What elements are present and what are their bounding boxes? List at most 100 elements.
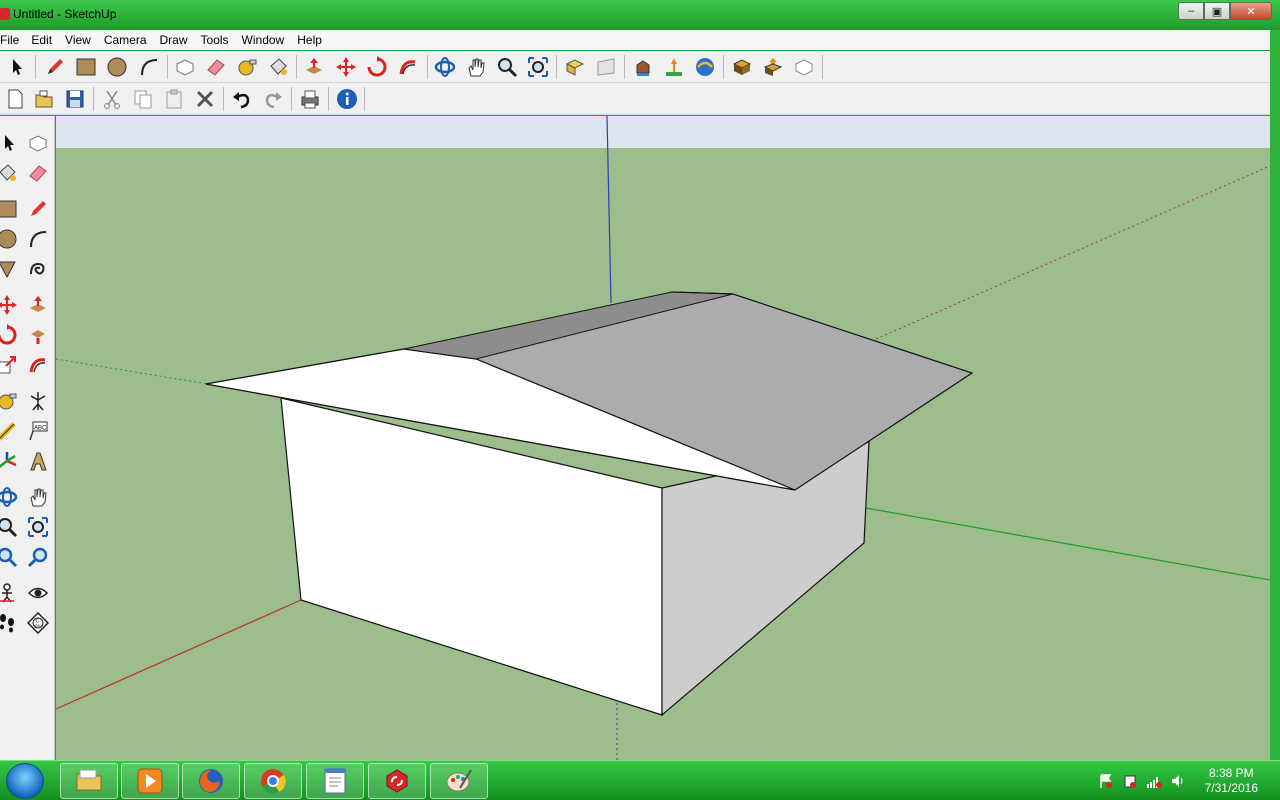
- paint-bucket-icon[interactable]: [265, 54, 291, 80]
- section-plane-icon[interactable]: C B5: [25, 610, 51, 636]
- copy-icon[interactable]: [130, 86, 156, 112]
- undo-icon[interactable]: [229, 86, 255, 112]
- circle-icon[interactable]: [0, 226, 20, 252]
- svg-text:ABC: ABC: [34, 426, 47, 432]
- rectangle-icon[interactable]: [73, 54, 99, 80]
- line-icon[interactable]: [25, 196, 51, 222]
- move-icon[interactable]: [333, 54, 359, 80]
- network-icon[interactable]: [1146, 773, 1162, 789]
- zoom-icon[interactable]: [0, 514, 20, 540]
- maximize-button[interactable]: ▣: [1204, 2, 1230, 20]
- windows-explorer-icon[interactable]: [60, 763, 118, 799]
- sky: [56, 116, 1270, 151]
- make-component-icon[interactable]: [25, 130, 51, 156]
- next-view-icon[interactable]: [593, 54, 619, 80]
- rotate-icon[interactable]: [364, 54, 390, 80]
- make-component-icon[interactable]: [172, 54, 198, 80]
- eraser-icon[interactable]: [25, 160, 51, 186]
- protractor-icon[interactable]: [0, 418, 20, 444]
- pan-icon[interactable]: [25, 484, 51, 510]
- push-pull-icon[interactable]: [25, 292, 51, 318]
- menu-window[interactable]: Window: [242, 33, 298, 47]
- new-icon[interactable]: [2, 86, 28, 112]
- redo-icon[interactable]: [260, 86, 286, 112]
- system-clock[interactable]: 8:38 PM 7/31/2016: [1205, 766, 1258, 796]
- axes-icon[interactable]: [0, 448, 20, 474]
- action-center-icon[interactable]: [1098, 773, 1114, 789]
- chrome-icon[interactable]: [244, 763, 302, 799]
- pencil-icon[interactable]: [42, 54, 68, 80]
- get-models-icon[interactable]: [630, 54, 656, 80]
- minimize-button[interactable]: ‒: [1178, 2, 1204, 20]
- firefox-icon[interactable]: [182, 763, 240, 799]
- 3d-text-icon[interactable]: [25, 448, 51, 474]
- walk-icon[interactable]: [0, 610, 20, 636]
- push-pull-icon[interactable]: [301, 54, 327, 80]
- get-photo-icon[interactable]: [729, 54, 755, 80]
- sketchup-icon[interactable]: [368, 763, 426, 799]
- model-info-icon[interactable]: [334, 86, 360, 112]
- paste-icon[interactable]: [161, 86, 187, 112]
- menu-file[interactable]: File: [0, 33, 31, 47]
- erase-icon[interactable]: [192, 86, 218, 112]
- menu-camera[interactable]: Camera: [104, 33, 160, 47]
- polygon-icon[interactable]: [0, 256, 20, 282]
- component-icon[interactable]: [791, 54, 817, 80]
- dimension-icon[interactable]: [25, 388, 51, 414]
- look-around-icon[interactable]: [25, 580, 51, 606]
- zoom-icon[interactable]: [494, 54, 520, 80]
- arc-icon[interactable]: [25, 226, 51, 252]
- offset-icon[interactable]: [25, 352, 51, 378]
- text-editor-icon[interactable]: [306, 763, 364, 799]
- menu-tools[interactable]: Tools: [201, 33, 242, 47]
- menu-edit[interactable]: Edit: [31, 33, 65, 47]
- previous-view-icon[interactable]: [562, 54, 588, 80]
- volume-icon[interactable]: [1170, 773, 1186, 789]
- media-player-icon[interactable]: [121, 763, 179, 799]
- menu-help[interactable]: Help: [297, 33, 329, 47]
- previous-icon[interactable]: [25, 544, 51, 570]
- taskbar: 8:38 PM 7/31/2016: [0, 760, 1280, 800]
- standard-toolbar: [0, 83, 1270, 115]
- follow-me-icon[interactable]: [395, 54, 421, 80]
- eraser-icon[interactable]: [203, 54, 229, 80]
- window-controls: ‒ ▣ ✕: [1178, 2, 1272, 20]
- orbit-icon[interactable]: [432, 54, 458, 80]
- rectangle-icon[interactable]: [0, 196, 20, 222]
- follow-me-icon[interactable]: [25, 322, 51, 348]
- system-tray: 8:38 PM 7/31/2016: [1090, 761, 1280, 800]
- circle-icon[interactable]: [104, 54, 130, 80]
- open-icon[interactable]: [32, 86, 58, 112]
- zoom-extents-icon[interactable]: [0, 544, 20, 570]
- tape-measure-icon[interactable]: [0, 388, 20, 414]
- arc-icon[interactable]: [136, 54, 162, 80]
- select-icon[interactable]: [4, 54, 30, 80]
- zoom-extents-icon[interactable]: [525, 54, 551, 80]
- move-icon[interactable]: [0, 292, 20, 318]
- scale-icon[interactable]: [0, 352, 20, 378]
- pan-icon[interactable]: [463, 54, 489, 80]
- close-button[interactable]: ✕: [1230, 2, 1272, 20]
- position-camera-icon[interactable]: [0, 580, 20, 606]
- tape-measure-icon[interactable]: [234, 54, 260, 80]
- sketchup-app-icon[interactable]: [0, 8, 10, 20]
- start-button[interactable]: [6, 763, 44, 799]
- menu-draw[interactable]: Draw: [160, 33, 201, 47]
- text-icon[interactable]: ABC: [25, 418, 51, 444]
- zoom-window-icon[interactable]: [25, 514, 51, 540]
- menu-view[interactable]: View: [65, 33, 104, 47]
- cut-icon[interactable]: [99, 86, 125, 112]
- print-icon[interactable]: [297, 86, 323, 112]
- place-model-icon[interactable]: [661, 54, 687, 80]
- drawing-viewport[interactable]: [56, 116, 1270, 760]
- paint-bucket-icon[interactable]: [0, 160, 20, 186]
- freehand-icon[interactable]: [25, 256, 51, 282]
- orbit-icon[interactable]: [0, 484, 20, 510]
- rotate-icon[interactable]: [0, 322, 20, 348]
- share-component-icon[interactable]: [760, 54, 786, 80]
- share-model-icon[interactable]: [692, 54, 718, 80]
- power-icon[interactable]: [1122, 773, 1138, 789]
- select-icon[interactable]: [0, 130, 20, 156]
- save-icon[interactable]: [62, 86, 88, 112]
- paint-icon[interactable]: [430, 763, 488, 799]
